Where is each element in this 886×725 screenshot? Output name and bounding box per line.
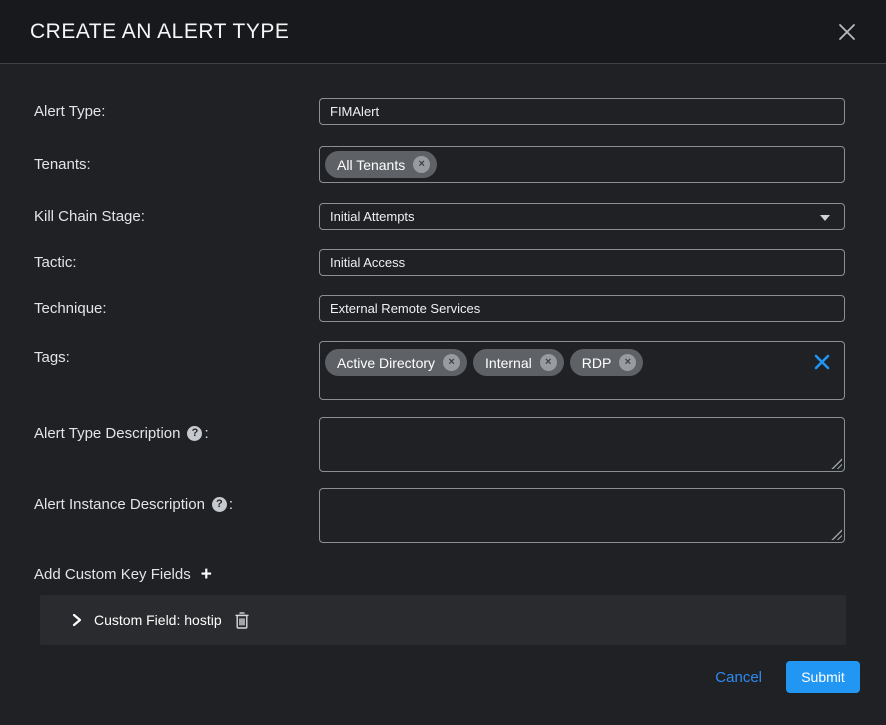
tag-chip-label: Active Directory	[337, 355, 435, 371]
help-icon[interactable]: ?	[212, 497, 227, 512]
technique-label: Technique:	[34, 300, 319, 317]
kill-chain-stage-select[interactable]: Initial Attempts	[319, 203, 845, 230]
custom-field-label: Custom Field: hostip	[94, 612, 222, 628]
help-icon[interactable]: ?	[187, 426, 202, 441]
caret-down-icon	[820, 215, 830, 221]
submit-button[interactable]: Submit	[786, 661, 860, 693]
tags-label: Tags:	[34, 341, 319, 366]
alert-type-description-input[interactable]	[320, 418, 844, 471]
trash-icon[interactable]	[234, 611, 250, 630]
modal-footer: Cancel Submit	[34, 661, 886, 693]
custom-field-row[interactable]: Custom Field: hostip	[40, 595, 846, 645]
alert-type-description-label: Alert Type Description ? :	[34, 417, 319, 442]
chip-remove-icon[interactable]: ×	[540, 354, 557, 371]
alert-instance-description-input[interactable]	[320, 489, 844, 542]
tag-chip: Active Directory ×	[325, 349, 467, 376]
chevron-right-icon[interactable]	[70, 612, 84, 628]
add-custom-field-icon[interactable]: +	[201, 567, 212, 583]
tags-clear-icon[interactable]	[813, 353, 831, 371]
kill-chain-stage-label: Kill Chain Stage:	[34, 208, 319, 225]
tag-chip: Internal ×	[473, 349, 564, 376]
alert-instance-description-label: Alert Instance Description ? :	[34, 488, 319, 513]
chip-remove-icon[interactable]: ×	[619, 354, 636, 371]
tactic-input[interactable]	[319, 249, 845, 276]
alert-type-label: Alert Type:	[34, 103, 319, 120]
technique-input[interactable]	[319, 295, 845, 322]
tenant-chip-label: All Tenants	[337, 157, 405, 173]
tags-input[interactable]: Active Directory × Internal × RDP ×	[319, 341, 845, 400]
cancel-button[interactable]: Cancel	[715, 669, 762, 686]
add-custom-key-fields-label: Add Custom Key Fields	[34, 566, 191, 583]
tenants-label: Tenants:	[34, 156, 319, 173]
create-alert-type-modal: CREATE AN ALERT TYPE Alert Type: Tenants…	[0, 0, 886, 725]
tenants-input[interactable]: All Tenants ×	[319, 146, 845, 183]
chip-remove-icon[interactable]: ×	[443, 354, 460, 371]
tactic-label: Tactic:	[34, 254, 319, 271]
chip-remove-icon[interactable]: ×	[413, 156, 430, 173]
close-icon[interactable]	[834, 19, 860, 45]
alert-type-input[interactable]	[319, 98, 845, 125]
tag-chip: RDP ×	[570, 349, 644, 376]
tenant-chip: All Tenants ×	[325, 151, 437, 178]
kill-chain-stage-value: Initial Attempts	[330, 209, 415, 224]
tag-chip-label: RDP	[582, 355, 612, 371]
tag-chip-label: Internal	[485, 355, 532, 371]
modal-title: CREATE AN ALERT TYPE	[30, 20, 289, 44]
modal-body: Alert Type: Tenants: All Tenants × Kill …	[0, 64, 886, 725]
modal-header: CREATE AN ALERT TYPE	[0, 0, 886, 64]
